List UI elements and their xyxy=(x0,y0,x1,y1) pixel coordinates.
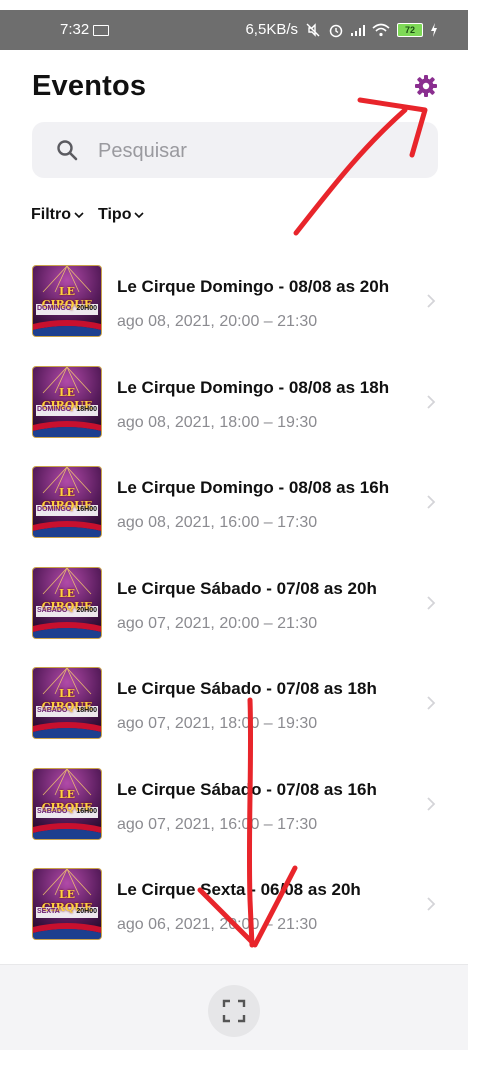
screen-cast-icon xyxy=(93,25,110,36)
fullscreen-button[interactable] xyxy=(208,985,260,1037)
thumbnail-time: 16H00 xyxy=(76,506,97,513)
event-thumbnail: LE CIRQUE DOMINGO 20H00 xyxy=(32,265,102,337)
filter-label: Filtro xyxy=(31,206,71,223)
chevron-right-icon xyxy=(427,596,436,610)
event-item[interactable]: LE CIRQUE SÁBADO 16H00 Le Cirque Sábado … xyxy=(0,763,468,863)
event-title: Le Cirque Sábado - 07/08 as 18h xyxy=(117,679,377,698)
chevron-down-icon xyxy=(74,212,84,219)
event-title: Le Cirque Sexta - 06/08 as 20h xyxy=(117,880,361,899)
thumbnail-day: DOMINGO xyxy=(37,406,72,413)
search-input[interactable] xyxy=(96,122,420,180)
thumbnail-time: 18H00 xyxy=(76,707,97,714)
thumbnail-time: 16H00 xyxy=(76,808,97,815)
signal-icon xyxy=(351,24,365,36)
app-screen: 7:32 6,5KB/s 72 Eventos Pesquisar Filtro… xyxy=(0,0,468,1050)
event-item[interactable]: LE CIRQUE DOMINGO 20H00 Le Cirque Doming… xyxy=(0,260,468,360)
chevron-right-icon xyxy=(427,395,436,409)
status-time: 7:32 xyxy=(60,21,90,38)
filter-dropdown[interactable]: Filtro xyxy=(31,206,84,224)
page-title: Eventos xyxy=(32,70,147,102)
thumbnail-day: DOMINGO xyxy=(37,305,72,312)
thumbnail-time: 20H00 xyxy=(76,305,97,312)
event-datetime: ago 08, 2021, 18:00 – 19:30 xyxy=(117,414,318,431)
event-title: Le Cirque Domingo - 08/08 as 16h xyxy=(117,478,390,497)
event-datetime: ago 07, 2021, 16:00 – 17:30 xyxy=(117,816,318,833)
event-item[interactable]: LE CIRQUE SÁBADO 18H00 Le Cirque Sábado … xyxy=(0,662,468,762)
fullscreen-icon xyxy=(222,999,246,1023)
event-item[interactable]: LE CIRQUE SÁBADO 20H00 Le Cirque Sábado … xyxy=(0,562,468,662)
wifi-icon xyxy=(372,23,390,36)
battery-icon: 72 xyxy=(397,22,423,37)
event-datetime: ago 07, 2021, 20:00 – 21:30 xyxy=(117,615,318,632)
charging-icon xyxy=(431,22,437,37)
filter-bar: Filtro Tipo xyxy=(31,206,145,224)
alarm-icon xyxy=(329,24,343,37)
event-item[interactable]: LE CIRQUE DOMINGO 16H00 Le Cirque Doming… xyxy=(0,461,468,561)
status-bar: 7:32 6,5KB/s 72 xyxy=(0,10,468,50)
event-datetime: ago 08, 2021, 16:00 – 17:30 xyxy=(117,514,318,531)
event-title: Le Cirque Domingo - 08/08 as 20h xyxy=(117,277,390,296)
thumbnail-day: SÁBADO xyxy=(37,607,68,614)
thumbnail-time: 18H00 xyxy=(76,406,97,413)
event-title: Le Cirque Sábado - 07/08 as 20h xyxy=(117,579,377,598)
event-datetime: ago 06, 2021, 20:00 – 21:30 xyxy=(117,916,318,933)
chevron-right-icon xyxy=(427,294,436,308)
chevron-right-icon xyxy=(427,696,436,710)
thumbnail-day: SEXTA xyxy=(37,908,60,915)
event-thumbnail: LE CIRQUE SÁBADO 16H00 xyxy=(32,768,102,840)
event-thumbnail: LE CIRQUE SEXTA 20H00 xyxy=(32,868,102,940)
chevron-right-icon xyxy=(427,897,436,911)
thumbnail-time: 20H00 xyxy=(76,607,97,614)
status-right: 6,5KB/s 72 xyxy=(245,21,438,38)
gear-icon[interactable] xyxy=(414,74,438,98)
event-thumbnail: LE CIRQUE SÁBADO 20H00 xyxy=(32,567,102,639)
thumbnail-day: SÁBADO xyxy=(37,808,68,815)
event-title: Le Cirque Domingo - 08/08 as 18h xyxy=(117,378,390,397)
chevron-down-icon xyxy=(134,212,145,219)
event-title: Le Cirque Sábado - 07/08 as 16h xyxy=(117,780,377,799)
thumbnail-day: SÁBADO xyxy=(37,707,68,714)
search-icon xyxy=(57,140,78,161)
event-item[interactable]: LE CIRQUE SEXTA 20H00 Le Cirque Sexta - … xyxy=(0,863,468,963)
thumbnail-day: DOMINGO xyxy=(37,506,72,513)
event-thumbnail: LE CIRQUE DOMINGO 16H00 xyxy=(32,466,102,538)
status-left: 7:32 xyxy=(60,21,110,38)
mute-icon xyxy=(306,22,320,37)
event-datetime: ago 08, 2021, 20:00 – 21:30 xyxy=(117,313,318,330)
chevron-right-icon xyxy=(427,495,436,509)
event-item[interactable]: LE CIRQUE DOMINGO 18H00 Le Cirque Doming… xyxy=(0,361,468,461)
bottom-bar xyxy=(0,964,468,1050)
event-thumbnail: LE CIRQUE DOMINGO 18H00 xyxy=(32,366,102,438)
network-speed: 6,5KB/s xyxy=(245,21,298,38)
thumbnail-time: 20H00 xyxy=(76,908,97,915)
type-dropdown[interactable]: Tipo xyxy=(98,206,145,224)
search-bar[interactable] xyxy=(32,122,438,180)
type-label: Tipo xyxy=(98,206,132,223)
chevron-right-icon xyxy=(427,797,436,811)
event-datetime: ago 07, 2021, 18:00 – 19:30 xyxy=(117,715,318,732)
event-thumbnail: LE CIRQUE SÁBADO 18H00 xyxy=(32,667,102,739)
